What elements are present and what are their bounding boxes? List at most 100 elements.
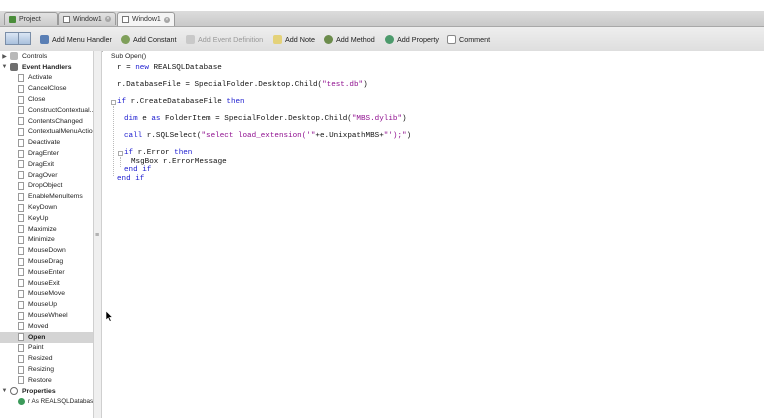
tab-bar: Project Window1 × Window1 × <box>0 11 764 27</box>
sidebar-item-cancelclose[interactable]: CancelClose <box>0 83 93 94</box>
window-icon <box>122 16 129 23</box>
sidebar-item-keydown[interactable]: KeyDown <box>0 202 93 213</box>
sidebar-item-mousewheel[interactable]: MouseWheel <box>0 310 93 321</box>
sidebar-item-mouseexit[interactable]: MouseExit <box>0 278 93 289</box>
sidebar-item-open[interactable]: Open <box>0 331 93 343</box>
code-line[interactable]: if r.CreateDatabaseFile then <box>117 98 245 106</box>
code-line[interactable]: r.DatabaseFile = SpecialFolder.Desktop.C… <box>117 81 368 89</box>
sidebar-item-dragexit[interactable]: DragExit <box>0 159 93 170</box>
event-definition-icon <box>186 35 195 44</box>
sidebar-item-maximize[interactable]: Maximize <box>0 224 93 235</box>
splitter-grip-icon[interactable]: ≡ <box>95 232 99 239</box>
code-line[interactable]: if r.Error then <box>124 149 192 157</box>
add-event-definition-button[interactable]: Add Event Definition <box>186 34 263 45</box>
close-icon[interactable]: × <box>163 16 170 23</box>
event-file-icon <box>18 171 24 180</box>
event-file-icon <box>18 376 24 385</box>
code-keyword: end if <box>117 174 145 183</box>
comment-button[interactable]: Comment <box>447 34 490 45</box>
sidebar-item-keyup[interactable]: KeyUp <box>0 213 93 224</box>
add-note-button[interactable]: Add Note <box>273 34 315 45</box>
tab-project[interactable]: Project <box>4 12 58 25</box>
code-line[interactable]: end if <box>117 175 144 183</box>
sidebar-item-label: CancelClose <box>28 85 67 93</box>
sidebar-item-dropobject[interactable]: DropObject <box>0 181 93 192</box>
fold-marker-icon[interactable] <box>111 100 116 105</box>
tab-window1-first[interactable]: Window1 × <box>58 12 116 25</box>
event-file-icon <box>18 311 24 320</box>
code-line[interactable]: dim e as FolderItem = SpecialFolder.Desk… <box>124 115 407 123</box>
sidebar-item-minimize[interactable]: Minimize <box>0 235 93 246</box>
view-left-button[interactable] <box>5 32 19 45</box>
code-text: ) <box>406 132 412 140</box>
code-keyword: new <box>135 64 149 72</box>
code-text: MsgBox r.ErrorMessage <box>131 157 227 166</box>
add-property-button[interactable]: Add Property <box>385 34 439 45</box>
disclosure-down-icon[interactable]: ▼ <box>1 388 8 394</box>
event-file-icon <box>18 149 24 158</box>
sidebar-item-label: Maximize <box>28 225 57 233</box>
event-file-icon <box>18 203 24 212</box>
code-line[interactable]: MsgBox r.ErrorMessage <box>131 158 227 166</box>
sidebar-item-label: ConstructContextual... <box>28 106 93 114</box>
sidebar-item-label: Restore <box>28 376 52 384</box>
code-text: REALSQLDatabase <box>148 64 222 72</box>
close-icon[interactable]: × <box>104 16 111 22</box>
sidebar-item-restore[interactable]: Restore <box>0 375 93 386</box>
sidebar-item-label: MouseExit <box>28 279 60 287</box>
code-keyword: call <box>124 132 143 140</box>
view-toggle[interactable] <box>5 32 31 45</box>
code-line[interactable]: call r.SQLSelect("select load_extension(… <box>124 132 411 140</box>
sidebar-item-property-r[interactable]: r As REALSQLDatabase <box>0 397 93 408</box>
code-line[interactable]: end if <box>124 166 151 174</box>
code-editor[interactable]: Sub Open() r = new REALSQLDatabase r.Data… <box>103 51 764 418</box>
code-text: r.CreateDatabaseFile <box>126 98 227 106</box>
add-menu-handler-button[interactable]: Add Menu Handler <box>40 34 112 45</box>
sidebar-item-event-handlers[interactable]: ▼ Event Handlers <box>0 62 93 73</box>
controls-icon <box>10 52 18 61</box>
sidebar-item-mouseup[interactable]: MouseUp <box>0 299 93 310</box>
fold-marker-icon[interactable] <box>118 151 123 156</box>
code-text: FolderItem = SpecialFolder.Desktop.Child… <box>160 115 352 123</box>
sidebar-item-mousedrag[interactable]: MouseDrag <box>0 256 93 267</box>
sidebar-item-label: ContextualMenuAction <box>28 128 93 136</box>
code-keyword: then <box>226 98 245 106</box>
sidebar-item-paint[interactable]: Paint <box>0 343 93 354</box>
sidebar-item-mousedown[interactable]: MouseDown <box>0 245 93 256</box>
add-method-button[interactable]: Add Method <box>324 34 375 45</box>
sidebar-item-resizing[interactable]: Resizing <box>0 364 93 375</box>
sidebar-item-mousemove[interactable]: MouseMove <box>0 289 93 300</box>
comment-icon <box>447 35 456 44</box>
event-file-icon <box>18 246 24 255</box>
sidebar-item-label: DragExit <box>28 160 55 168</box>
sidebar-item-label: Moved <box>28 322 49 330</box>
sidebar-item-mouseenter[interactable]: MouseEnter <box>0 267 93 278</box>
sidebar-item-activate[interactable]: Activate <box>0 73 93 84</box>
sidebar-item-label: Activate <box>28 74 53 82</box>
sidebar-item-controls[interactable]: ▶ Controls <box>0 51 93 62</box>
code-line[interactable]: r = new REALSQLDatabase <box>117 64 222 72</box>
code-string: "');" <box>383 132 407 140</box>
disclosure-right-icon[interactable]: ▶ <box>1 53 8 60</box>
window-icon <box>63 15 70 23</box>
sidebar-item-dragenter[interactable]: DragEnter <box>0 148 93 159</box>
disclosure-down-icon[interactable]: ▼ <box>1 64 8 70</box>
sidebar-item-resized[interactable]: Resized <box>0 353 93 364</box>
add-constant-button[interactable]: Add Constant <box>121 34 177 45</box>
sidebar-item-label: MouseDown <box>28 247 66 255</box>
sidebar-item-properties[interactable]: ▼ Properties <box>0 386 93 397</box>
sidebar-item-moved[interactable]: Moved <box>0 321 93 332</box>
add-menu-handler-label: Add Menu Handler <box>52 35 112 44</box>
sidebar-item-dragover[interactable]: DragOver <box>0 170 93 181</box>
code-text: r = <box>117 64 136 72</box>
sidebar-item-constructcontextual[interactable]: ConstructContextual... <box>0 105 93 116</box>
sidebar-item-close[interactable]: Close <box>0 94 93 105</box>
tab-window1-active[interactable]: Window1 × <box>117 12 175 26</box>
sidebar-item-contextualmenuaction[interactable]: ContextualMenuAction <box>0 127 93 138</box>
sidebar-item-deactivate[interactable]: Deactivate <box>0 137 93 148</box>
sidebar-item-label: MouseEnter <box>28 268 65 276</box>
view-right-button[interactable] <box>18 32 31 45</box>
event-file-icon <box>18 225 24 234</box>
sidebar-item-contentschanged[interactable]: ContentsChanged <box>0 116 93 127</box>
sidebar-item-enablemenuitems[interactable]: EnableMenuItems <box>0 191 93 202</box>
